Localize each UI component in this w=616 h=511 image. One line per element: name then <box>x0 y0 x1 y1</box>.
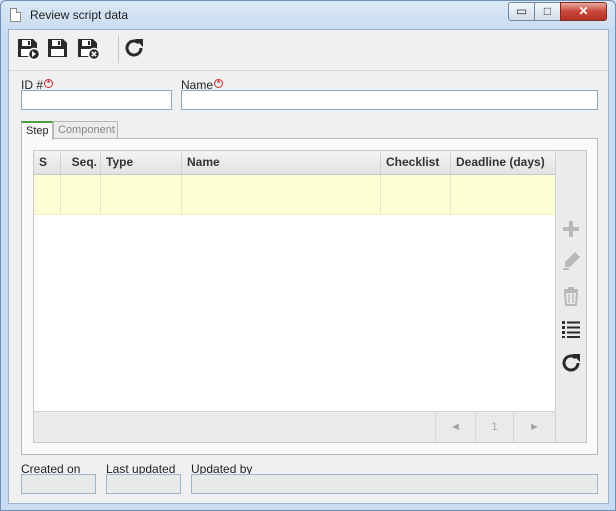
cell-name <box>182 175 381 214</box>
tab-step[interactable]: Step <box>21 121 53 140</box>
save-new-button[interactable] <box>16 36 41 61</box>
required-marker-icon: * <box>44 79 54 88</box>
cell-type <box>101 175 182 214</box>
edit-icon <box>563 252 580 270</box>
list-icon <box>562 321 580 338</box>
save-button[interactable] <box>46 36 70 60</box>
column-header-checklist[interactable]: Checklist <box>381 151 451 174</box>
name-input[interactable] <box>181 90 598 110</box>
created-on-field[interactable] <box>21 474 96 494</box>
cell-checklist <box>381 175 451 214</box>
refresh-icon <box>562 354 580 372</box>
updated-by-field[interactable] <box>191 474 598 494</box>
close-button[interactable]: ✕ <box>560 2 607 21</box>
save-and-close-button[interactable] <box>76 36 101 61</box>
cell-s <box>34 175 61 214</box>
save-close-icon <box>78 39 101 61</box>
previous-page-button[interactable]: ◄ <box>435 412 475 442</box>
steps-grid: S Seq. Type Name Checklist Deadline (day… <box>33 150 587 443</box>
delete-icon <box>563 287 579 306</box>
grid-refresh-button[interactable] <box>560 352 582 374</box>
column-header-type[interactable]: Type <box>101 151 182 174</box>
edit-button[interactable] <box>560 250 582 272</box>
cell-deadline <box>451 175 555 214</box>
grid-side-toolbar <box>555 151 586 442</box>
minimize-button[interactable]: ▭ <box>508 2 535 21</box>
grid-pager: ◄ 1 ► <box>34 411 555 442</box>
table-row[interactable] <box>34 175 555 215</box>
refresh-icon <box>125 39 143 57</box>
save-new-icon <box>18 39 41 61</box>
required-marker-icon: * <box>214 79 224 88</box>
cell-seq <box>61 175 101 214</box>
last-updated-field[interactable] <box>106 474 181 494</box>
column-header-seq[interactable]: Seq. <box>61 151 101 174</box>
grid-body <box>34 175 555 411</box>
column-header-name[interactable]: Name <box>182 151 381 174</box>
tab-component[interactable]: Component <box>53 121 118 139</box>
save-icon <box>48 39 67 57</box>
column-header-deadline[interactable]: Deadline (days) <box>451 151 555 174</box>
add-button[interactable] <box>560 218 582 240</box>
toolbar-separator <box>118 35 119 63</box>
page-number: 1 <box>475 412 513 442</box>
next-page-button[interactable]: ► <box>513 412 555 442</box>
window-title: Review script data <box>30 8 129 22</box>
id-input[interactable] <box>21 90 172 110</box>
toolbar <box>9 30 608 71</box>
refresh-button[interactable] <box>122 36 146 60</box>
step-tab-panel: S Seq. Type Name Checklist Deadline (day… <box>21 138 598 455</box>
title-bar[interactable]: Review script data ▭ □ ✕ <box>1 1 615 29</box>
review-script-window: Review script data ▭ □ ✕ ID # * Name * S… <box>0 0 616 511</box>
window-content: ID # * Name * Step Component S Seq. Type N… <box>8 29 609 504</box>
maximize-button[interactable]: □ <box>534 2 561 21</box>
delete-button[interactable] <box>560 285 582 307</box>
column-header-s[interactable]: S <box>34 151 61 174</box>
document-icon <box>10 8 21 22</box>
add-icon <box>563 221 579 237</box>
grid-header: S Seq. Type Name Checklist Deadline (day… <box>34 151 555 175</box>
list-view-button[interactable] <box>560 318 582 340</box>
